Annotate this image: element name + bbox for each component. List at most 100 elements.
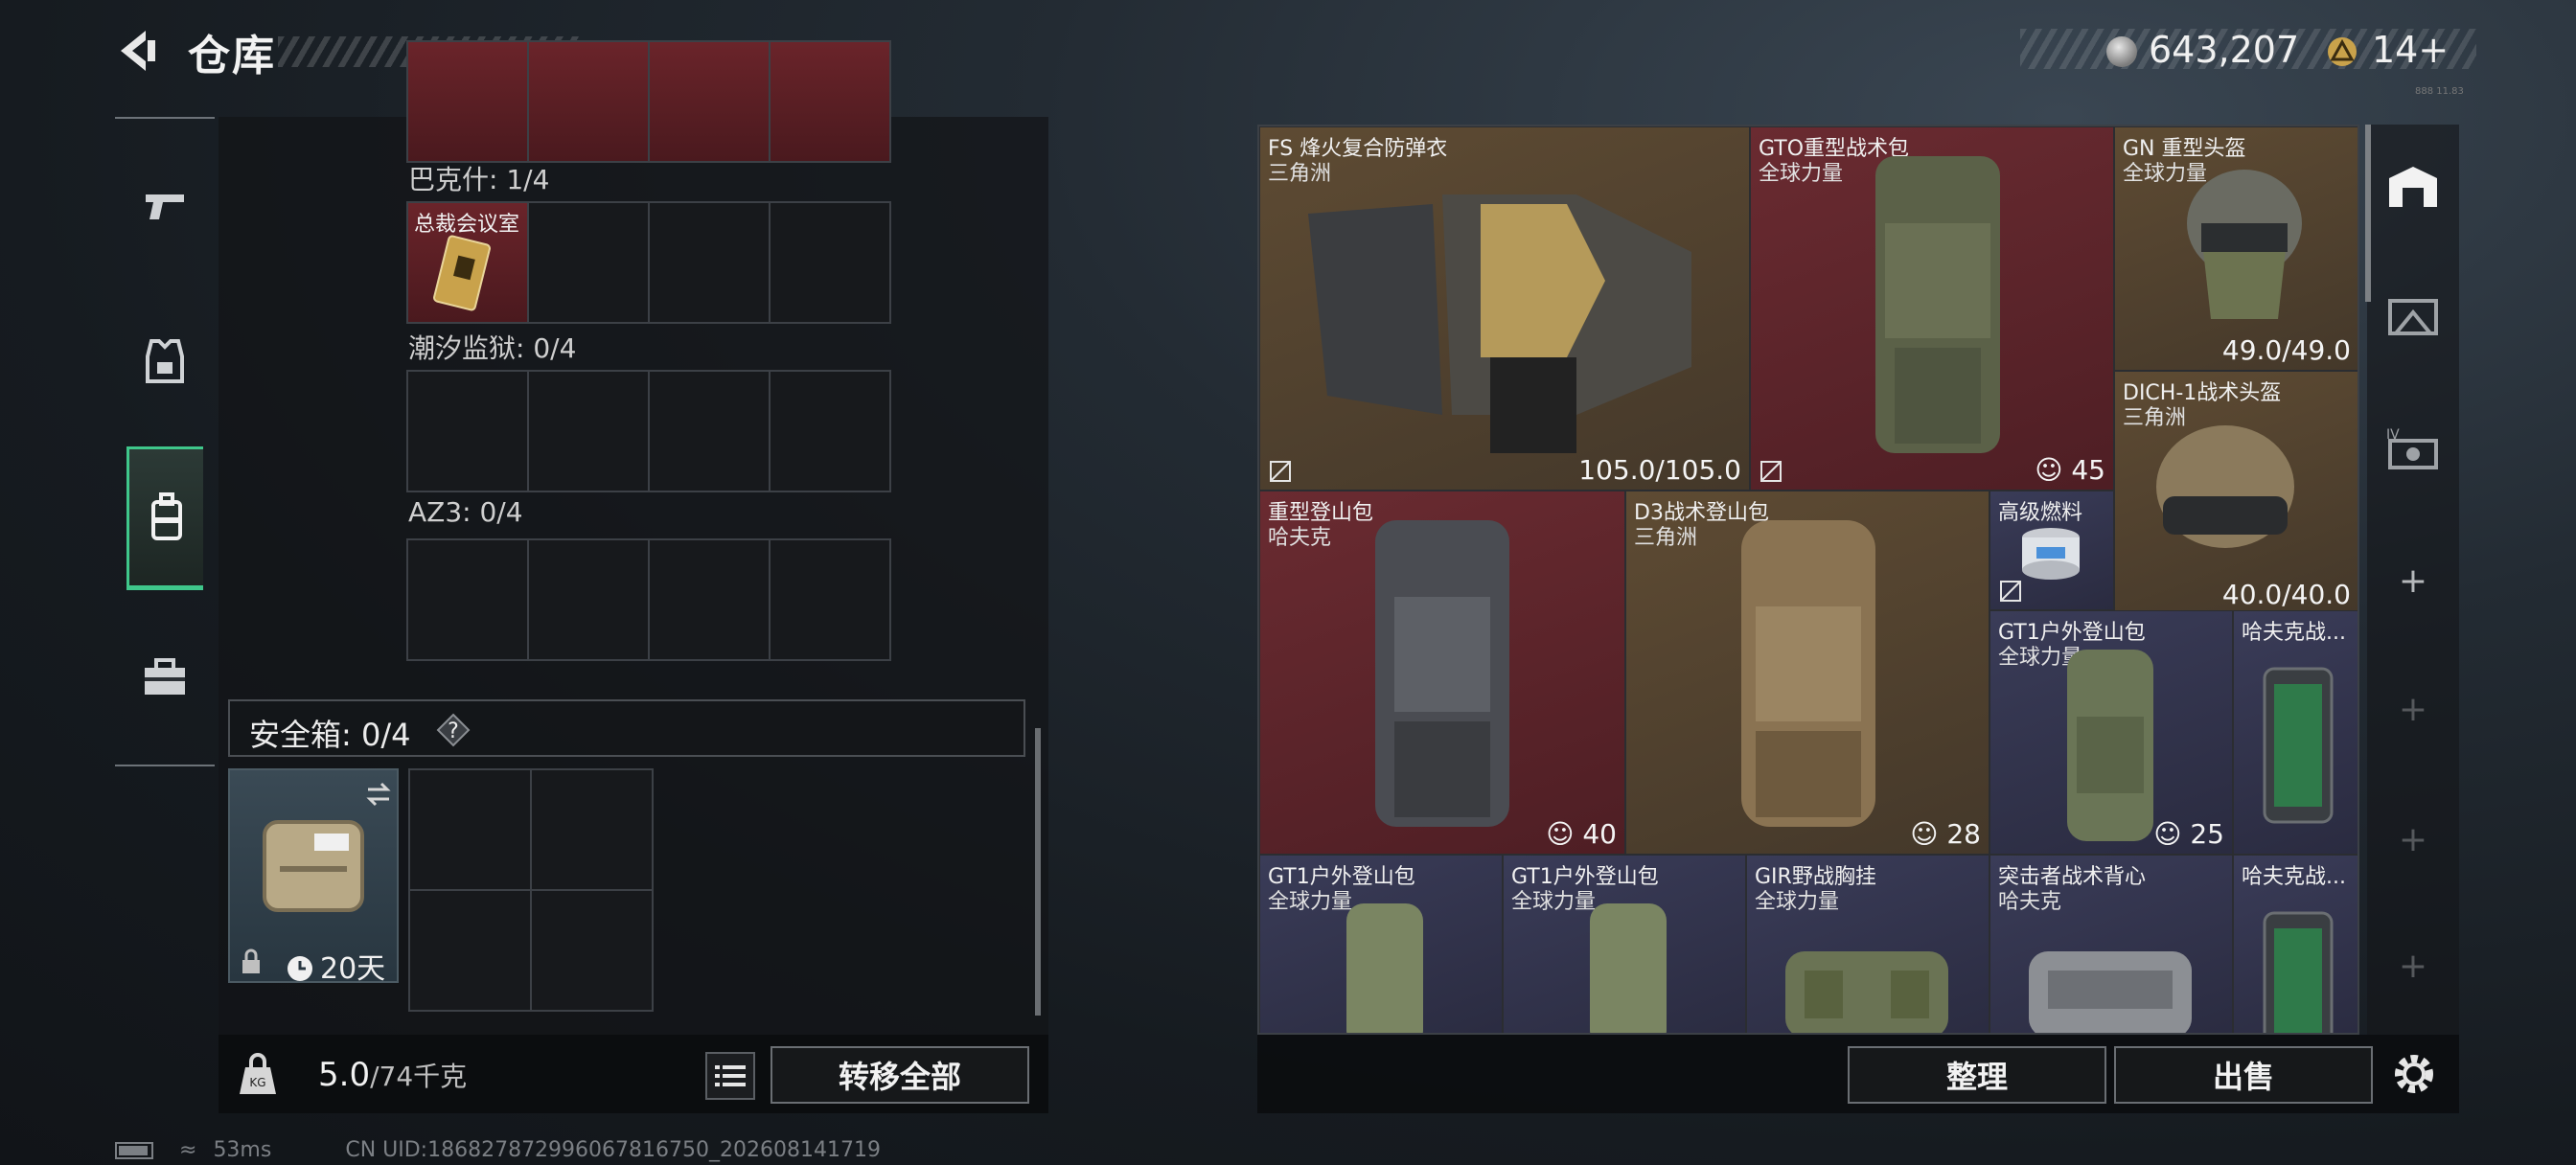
storage-slot[interactable] [650, 540, 769, 659]
helmet-art [2187, 170, 2302, 319]
swap-icon[interactable] [364, 780, 393, 809]
case-art [2263, 911, 2334, 1033]
storage-slot[interactable] [650, 372, 769, 491]
item-name: 高级燃料 [1998, 501, 2083, 525]
add-tab-icon[interactable]: + [2367, 552, 2459, 609]
nav-weapons[interactable] [126, 134, 203, 278]
battery-icon [115, 1142, 153, 1159]
coin-icon [2106, 36, 2137, 67]
pistol-icon [146, 194, 184, 219]
filter-all[interactable] [2367, 125, 2459, 249]
item-heavy-pack[interactable]: GTO重型战术包 全球力量 ☺ 45 [1750, 126, 2114, 491]
help-icon[interactable]: ? [436, 713, 471, 747]
safe-slot[interactable] [410, 891, 530, 1010]
container-grid-partial [406, 40, 891, 163]
stash-all-icon [2389, 167, 2437, 207]
safe-box-grid [408, 768, 654, 1012]
storage-slot[interactable] [529, 540, 648, 659]
stash-tab-iv-icon: IV [2386, 427, 2438, 469]
item-d3-pack[interactable]: D3战术登山包 三角洲 ☺ 28 [1625, 491, 1990, 855]
helmet-art [2156, 425, 2294, 548]
item-assault-vest[interactable]: 突击者战术背心 哈夫克 [1990, 855, 2233, 1033]
add-tab-icon: + [2398, 689, 2428, 729]
backpack-art [1346, 903, 1423, 1033]
fuel-can-art [2022, 528, 2080, 580]
item-capacity: ☺ 25 [2153, 818, 2224, 850]
storage-slot[interactable] [650, 203, 769, 322]
backpack-icon [150, 492, 182, 540]
container-label: 巴克什: 1/4 [408, 164, 550, 195]
item-body-armor[interactable]: FS 烽火复合防弹衣 三角洲 105.0/105.0 [1259, 126, 1750, 491]
nav-toolbox[interactable] [126, 605, 203, 749]
nav-backpack[interactable] [126, 446, 203, 590]
item-count-value: 28 [1946, 818, 1981, 850]
storage-slot[interactable] [408, 540, 527, 659]
safe-slot[interactable] [532, 770, 652, 889]
storage-slot[interactable] [650, 42, 769, 161]
item-durability: 105.0/105.0 [1578, 454, 1741, 486]
backpack-art [2067, 650, 2153, 841]
storage-slot[interactable] [408, 42, 527, 161]
storage-slot[interactable] [770, 203, 889, 322]
item-tactical-helmet[interactable]: DICH-1战术头盔 三角洲 40.0/40.0 [2114, 371, 2358, 615]
stash-scrollbar[interactable] [2365, 125, 2371, 302]
safe-box-header: 安全箱: 0/4 ? [228, 699, 1025, 757]
item-chest-rig[interactable]: GIR野战胸挂 全球力量 [1746, 855, 1990, 1033]
storage-slot[interactable] [770, 540, 889, 659]
lock-icon [242, 948, 260, 973]
add-ticket-button[interactable]: + [2418, 29, 2449, 71]
item-maker: 三角洲 [1634, 526, 1698, 550]
item-haavk-case[interactable]: 哈夫克战... [2233, 610, 2358, 855]
container-label: AZ3: 0/4 [408, 496, 523, 528]
item-capacity: ☺ 40 [1546, 818, 1617, 850]
list-view-button[interactable] [705, 1052, 755, 1100]
carry-weight: 5.0/74千克 [318, 1056, 467, 1094]
left-scrollbar[interactable] [1035, 728, 1041, 1016]
item-gt1-pack[interactable]: GT1户外登山包 全球力量 ☺ 25 [1990, 610, 2233, 855]
stash-filter-nav: IV + + + + [2367, 125, 2459, 1035]
safe-slot[interactable] [410, 770, 530, 889]
item-heavy-climbing-pack[interactable]: 重型登山包 哈夫克 ☺ 40 [1259, 491, 1625, 855]
safe-case-icon [263, 820, 364, 912]
storage-slot[interactable] [770, 42, 889, 161]
ticket-balance[interactable]: 14+ [2372, 29, 2449, 71]
storage-slot[interactable] [408, 372, 527, 491]
no-trade-icon [1760, 461, 1782, 482]
storage-slot[interactable] [529, 203, 648, 322]
nav-armor[interactable] [126, 289, 203, 433]
filter-tab-2[interactable] [2367, 255, 2459, 379]
storage-slot[interactable] [529, 372, 648, 491]
item-gt1-pack[interactable]: GT1户外登山包 全球力量 [1503, 855, 1746, 1033]
armor-vest-icon [146, 339, 184, 383]
sort-button[interactable]: 整理 [1848, 1046, 2106, 1104]
inventory-footer: KG 5.0/74千克 转移全部 [218, 1035, 1048, 1113]
container-grid: 总裁会议室 [406, 201, 891, 324]
item-maker: 全球力量 [1755, 890, 1840, 914]
item-haavk-case[interactable]: 哈夫克战... [2233, 855, 2358, 1033]
safe-slot[interactable] [532, 891, 652, 1010]
sell-button[interactable]: 出售 [2114, 1046, 2373, 1104]
item-maker: 哈夫克 [1268, 526, 1332, 550]
gear-icon[interactable] [2388, 1048, 2440, 1100]
add-tab-icon: + [2398, 946, 2428, 986]
weight-current: 5.0 [318, 1056, 371, 1094]
item-heavy-helmet[interactable]: GN 重型头盔 全球力量 49.0/49.0 [2114, 126, 2358, 371]
safe-box-label: 安全箱: 0/4 [249, 717, 411, 753]
status-bar: ≈ 53ms CN UID:186827872996067816750_2026… [115, 1138, 881, 1162]
no-trade-icon [1270, 461, 1291, 482]
no-trade-icon [2000, 581, 2021, 602]
item-name: 哈夫克战... [2242, 865, 2346, 889]
item-premium-fuel[interactable]: 高级燃料 [1990, 491, 2114, 610]
storage-slot[interactable] [770, 372, 889, 491]
item-gt1-pack[interactable]: GT1户外登山包 全球力量 [1259, 855, 1503, 1033]
storage-slot[interactable] [529, 42, 648, 161]
container-grid [406, 370, 891, 492]
list-icon [715, 1065, 746, 1086]
transfer-all-button[interactable]: 转移全部 [770, 1046, 1029, 1104]
filter-tab-3[interactable]: IV [2367, 385, 2459, 510]
safe-case-slot[interactable]: 20天 [228, 768, 399, 986]
version-text: 888 11.83 [2415, 86, 2464, 97]
ticket-count: 14 [2372, 29, 2419, 71]
storage-slot[interactable]: 总裁会议室 [408, 203, 527, 322]
back-arrow-icon[interactable] [113, 27, 161, 75]
